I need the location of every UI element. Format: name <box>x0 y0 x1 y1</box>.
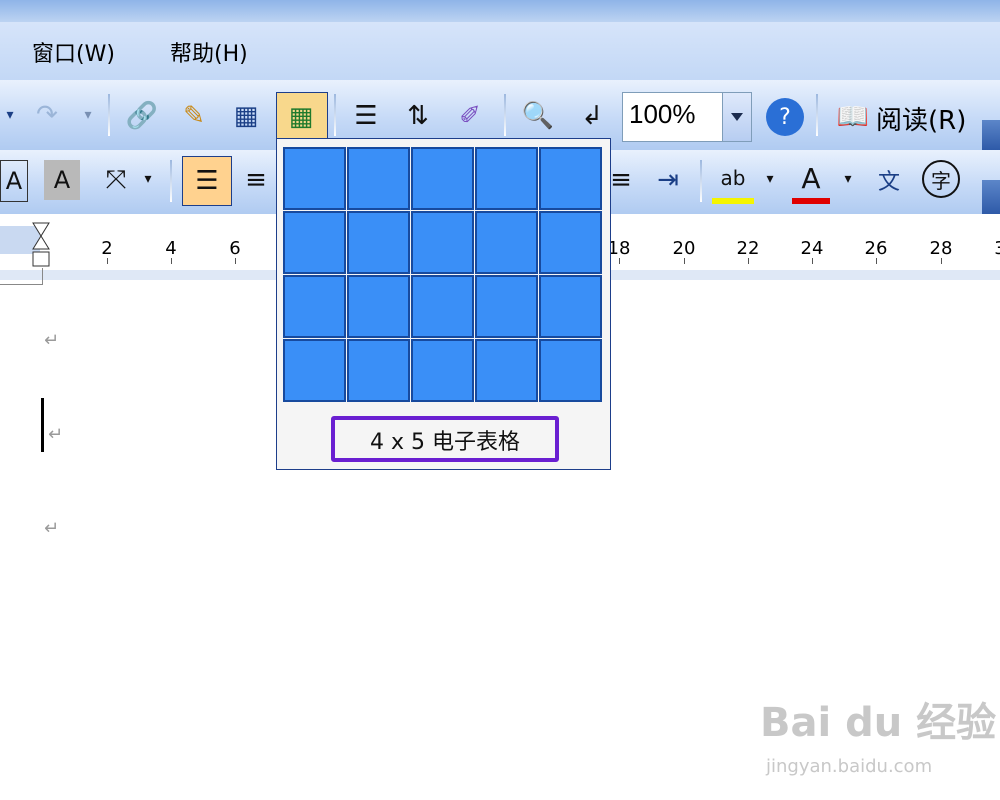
ruler-tickmark <box>812 258 813 264</box>
grid-size-label: 4 x 5 电子表格 <box>370 430 520 455</box>
ruler-tick: 3 <box>994 238 1000 259</box>
zoom-value: 100% <box>629 99 696 129</box>
grid-cell[interactable] <box>475 275 538 338</box>
insert-excel-sheet-button[interactable]: ▦ <box>276 92 328 141</box>
text-direction-dropdown-icon[interactable]: ▾ <box>140 164 156 194</box>
zoom-combobox[interactable]: 100% <box>622 92 752 142</box>
toolbar-separator <box>334 94 336 136</box>
menu-help[interactable]: 帮助(H) <box>170 36 248 68</box>
hyperlink-icon[interactable]: 🔗 <box>122 96 162 136</box>
show-hide-icon[interactable]: ↲ <box>572 96 612 136</box>
insert-table-icon[interactable]: ▦ <box>226 96 266 136</box>
grid-cell[interactable] <box>475 211 538 274</box>
ruler-tickmark <box>235 258 236 264</box>
grid-size-label-highlight: 4 x 5 电子表格 <box>331 416 559 462</box>
redo-icon[interactable]: ↷ <box>30 98 64 132</box>
font-color-dropdown-icon[interactable]: ▾ <box>840 164 856 194</box>
toolbar-separator <box>816 94 818 136</box>
increase-indent-icon[interactable]: ⇥ <box>648 160 688 200</box>
zoom-dropdown-button[interactable] <box>722 93 751 141</box>
watermark-url: jingyan.baidu.com <box>766 756 933 777</box>
ruler-tick: 2 <box>101 238 113 259</box>
char-border-icon[interactable]: A <box>0 160 28 202</box>
sheet-size-grid[interactable] <box>283 147 602 402</box>
highlight-icon[interactable]: ab <box>712 158 754 204</box>
toolbar-separator <box>504 94 506 136</box>
paragraph-mark-icon: ↵ <box>44 330 60 351</box>
justify-button[interactable]: ☰ <box>182 156 232 206</box>
ruler-tick: 22 <box>736 238 760 259</box>
insert-excel-sheet-icon: ▦ <box>288 102 314 132</box>
title-bar <box>0 0 1000 22</box>
redo-dropdown-icon[interactable]: ▾ <box>80 102 96 128</box>
read-button-label[interactable]: 阅读(R) <box>876 100 966 137</box>
indent-marker-icon[interactable] <box>32 222 50 268</box>
grid-cell[interactable] <box>347 211 410 274</box>
watermark-logo: Bai du 经验 <box>760 700 997 746</box>
grid-cell[interactable] <box>283 147 346 210</box>
ruler-tickmark <box>107 258 108 264</box>
grid-cell[interactable] <box>475 339 538 402</box>
grid-cell[interactable] <box>539 339 602 402</box>
ruler-tick: 24 <box>800 238 824 259</box>
ruler-tickmark <box>876 258 877 264</box>
enclose-char-icon[interactable]: 字 <box>922 160 960 198</box>
center-icon[interactable]: ≡ <box>238 160 274 200</box>
grid-cell[interactable] <box>539 275 602 338</box>
menu-bar: 窗口(W) 帮助(H) <box>0 22 1000 81</box>
text-direction-toggle-icon[interactable]: ⇅ <box>398 96 438 136</box>
format-toolbar-options-grip[interactable] <box>982 180 1000 214</box>
grid-cell[interactable] <box>475 147 538 210</box>
ruler-tick: 26 <box>864 238 888 259</box>
ruler-tick: 20 <box>672 238 696 259</box>
grid-cell[interactable] <box>539 147 602 210</box>
grid-cell[interactable] <box>411 147 474 210</box>
font-color-icon[interactable]: A <box>792 158 830 204</box>
phonetic-guide-icon[interactable]: 文 <box>868 158 910 202</box>
char-shading-icon[interactable]: A <box>44 160 80 200</box>
toolbar-options-grip[interactable] <box>982 120 1000 150</box>
grid-cell[interactable] <box>411 339 474 402</box>
ruler-tick: 28 <box>929 238 953 259</box>
grid-cell[interactable] <box>411 275 474 338</box>
toolbar-separator <box>700 160 702 202</box>
grid-cell[interactable] <box>347 275 410 338</box>
ruler-tick: 4 <box>165 238 177 259</box>
read-icon[interactable]: 📖 <box>834 98 872 136</box>
grid-cell[interactable] <box>411 211 474 274</box>
grid-cell[interactable] <box>283 275 346 338</box>
grid-cell[interactable] <box>539 211 602 274</box>
toolbar-separator <box>170 160 172 202</box>
grid-cell[interactable] <box>283 211 346 274</box>
help-icon[interactable]: ? <box>766 98 804 136</box>
undo-dropdown-icon[interactable]: ▾ <box>2 102 18 128</box>
document-map-icon[interactable]: 🔍 <box>518 96 558 136</box>
ruler-tickmark <box>171 258 172 264</box>
drawing-icon[interactable]: ✐ <box>450 96 490 136</box>
paragraph-mark-icon: ↵ <box>44 518 60 539</box>
toolbar-separator <box>108 94 110 136</box>
highlight-dropdown-icon[interactable]: ▾ <box>762 164 778 194</box>
paragraph-mark-icon: ↵ <box>48 424 64 445</box>
grid-cell[interactable] <box>347 339 410 402</box>
ruler-tick: 6 <box>229 238 241 259</box>
text-direction-icon[interactable]: ⤧ <box>96 160 136 200</box>
justify-icon: ☰ <box>195 166 219 196</box>
tables-borders-icon[interactable]: ✎ <box>174 96 214 136</box>
text-cursor <box>41 398 44 452</box>
ruler-tickmark <box>941 258 942 264</box>
ruler-tickmark <box>748 258 749 264</box>
grid-cell[interactable] <box>347 147 410 210</box>
ruler-tickmark <box>619 258 620 264</box>
ruler-tickmark <box>684 258 685 264</box>
columns-icon[interactable]: ☰ <box>346 96 386 136</box>
insert-sheet-grid-popup: 4 x 5 电子表格 <box>276 138 611 470</box>
menu-window[interactable]: 窗口(W) <box>32 36 115 68</box>
page-margin-corner <box>0 268 43 285</box>
grid-cell[interactable] <box>283 339 346 402</box>
